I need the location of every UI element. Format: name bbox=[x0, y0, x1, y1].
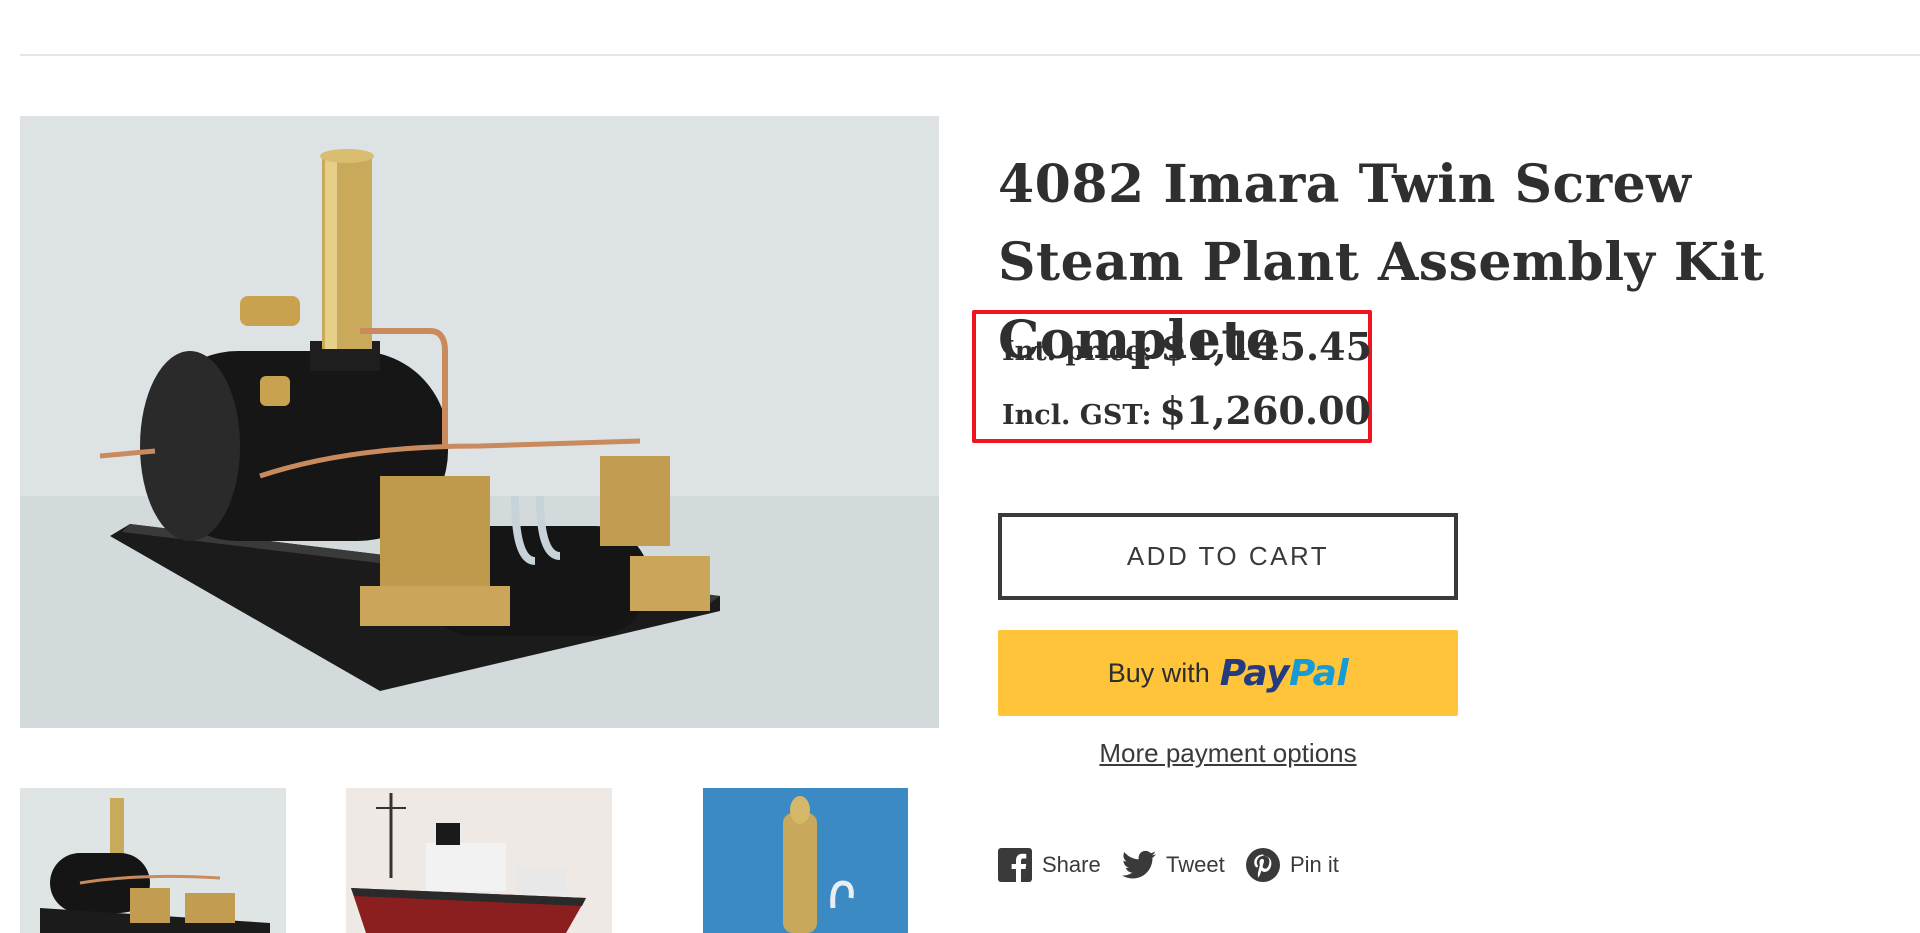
paypal-logo: PayPal bbox=[1219, 652, 1349, 694]
share-twitter-link[interactable]: Tweet bbox=[1122, 848, 1225, 882]
gst-price-label: Incl. GST: bbox=[1002, 400, 1152, 431]
pinterest-icon bbox=[1246, 848, 1280, 882]
facebook-icon bbox=[998, 848, 1032, 882]
share-pinterest-link[interactable]: Pin it bbox=[1246, 848, 1339, 882]
product-thumbnail-1[interactable] bbox=[20, 788, 286, 933]
twitter-icon bbox=[1122, 850, 1156, 879]
pin-label: Pin it bbox=[1290, 852, 1339, 877]
add-to-cart-button[interactable]: ADD TO CART bbox=[998, 513, 1458, 600]
product-thumbnail-2[interactable] bbox=[346, 788, 612, 933]
paypal-button[interactable]: Buy with PayPal bbox=[998, 630, 1458, 716]
int-price-label: Int. price: bbox=[1002, 336, 1153, 367]
gst-price-value: $1,260.00 bbox=[1159, 388, 1371, 433]
paypal-prefix-label: Buy with bbox=[1107, 657, 1210, 688]
product-thumbnail-3[interactable] bbox=[703, 788, 908, 933]
price-highlight-box: Int. price: $1,145.45 Incl. GST: $1,260.00 bbox=[972, 310, 1372, 443]
share-facebook-link[interactable]: Share bbox=[998, 848, 1101, 882]
share-label: Share bbox=[1042, 852, 1101, 877]
paypal-logo-pal: Pal bbox=[1289, 652, 1349, 694]
int-price-value: $1,145.45 bbox=[1160, 324, 1373, 369]
product-main-image[interactable] bbox=[20, 116, 939, 728]
paypal-logo-pay: Pay bbox=[1219, 652, 1290, 694]
int-price-row: Int. price: $1,145.45 bbox=[1002, 324, 1372, 369]
more-payment-options-link[interactable]: More payment options bbox=[998, 738, 1458, 769]
tweet-label: Tweet bbox=[1166, 852, 1225, 877]
gst-price-row: Incl. GST: $1,260.00 bbox=[1002, 388, 1371, 433]
header-divider bbox=[20, 54, 1920, 56]
